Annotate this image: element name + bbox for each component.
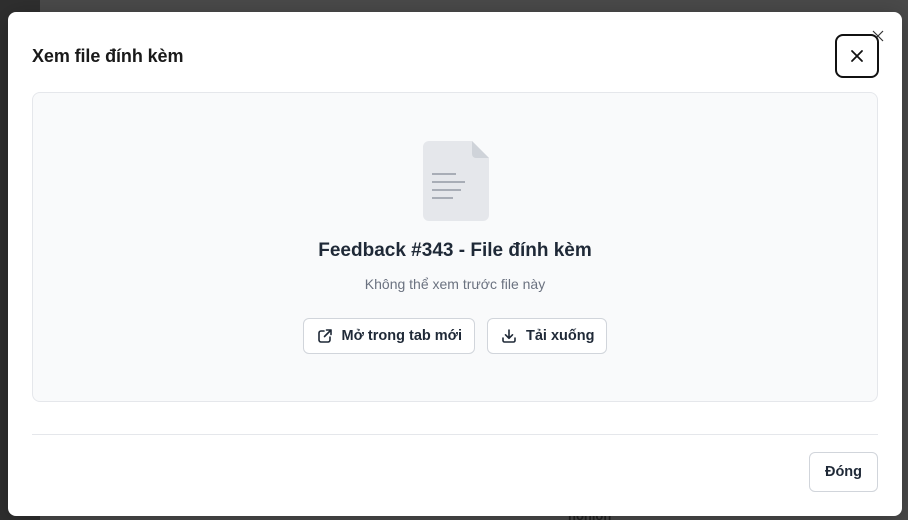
dialog-close-button[interactable] — [835, 34, 879, 78]
attachment-dialog: Xem file đính kèm Feedback #343 - File đ… — [8, 12, 902, 516]
footer-divider — [32, 434, 878, 435]
file-preview-panel: Feedback #343 - File đính kèm Không thể … — [32, 92, 878, 402]
close-button[interactable]: Đóng — [809, 452, 878, 492]
document-icon — [423, 141, 489, 221]
download-button[interactable]: Tải xuống — [487, 318, 608, 354]
open-in-new-tab-label: Mở trong tab mới — [341, 328, 463, 344]
download-icon — [502, 329, 516, 343]
download-label: Tải xuống — [526, 328, 595, 344]
preview-actions: Mở trong tab mới Tải xuống — [33, 318, 877, 354]
close-icon — [851, 50, 863, 62]
external-link-icon — [317, 329, 332, 343]
preview-unavailable-note: Không thể xem trước file này — [364, 276, 546, 292]
dialog-title: Xem file đính kèm — [32, 46, 184, 66]
open-in-new-tab-button[interactable]: Mở trong tab mới — [302, 318, 475, 354]
file-name: Feedback #343 - File đính kèm — [318, 240, 592, 261]
